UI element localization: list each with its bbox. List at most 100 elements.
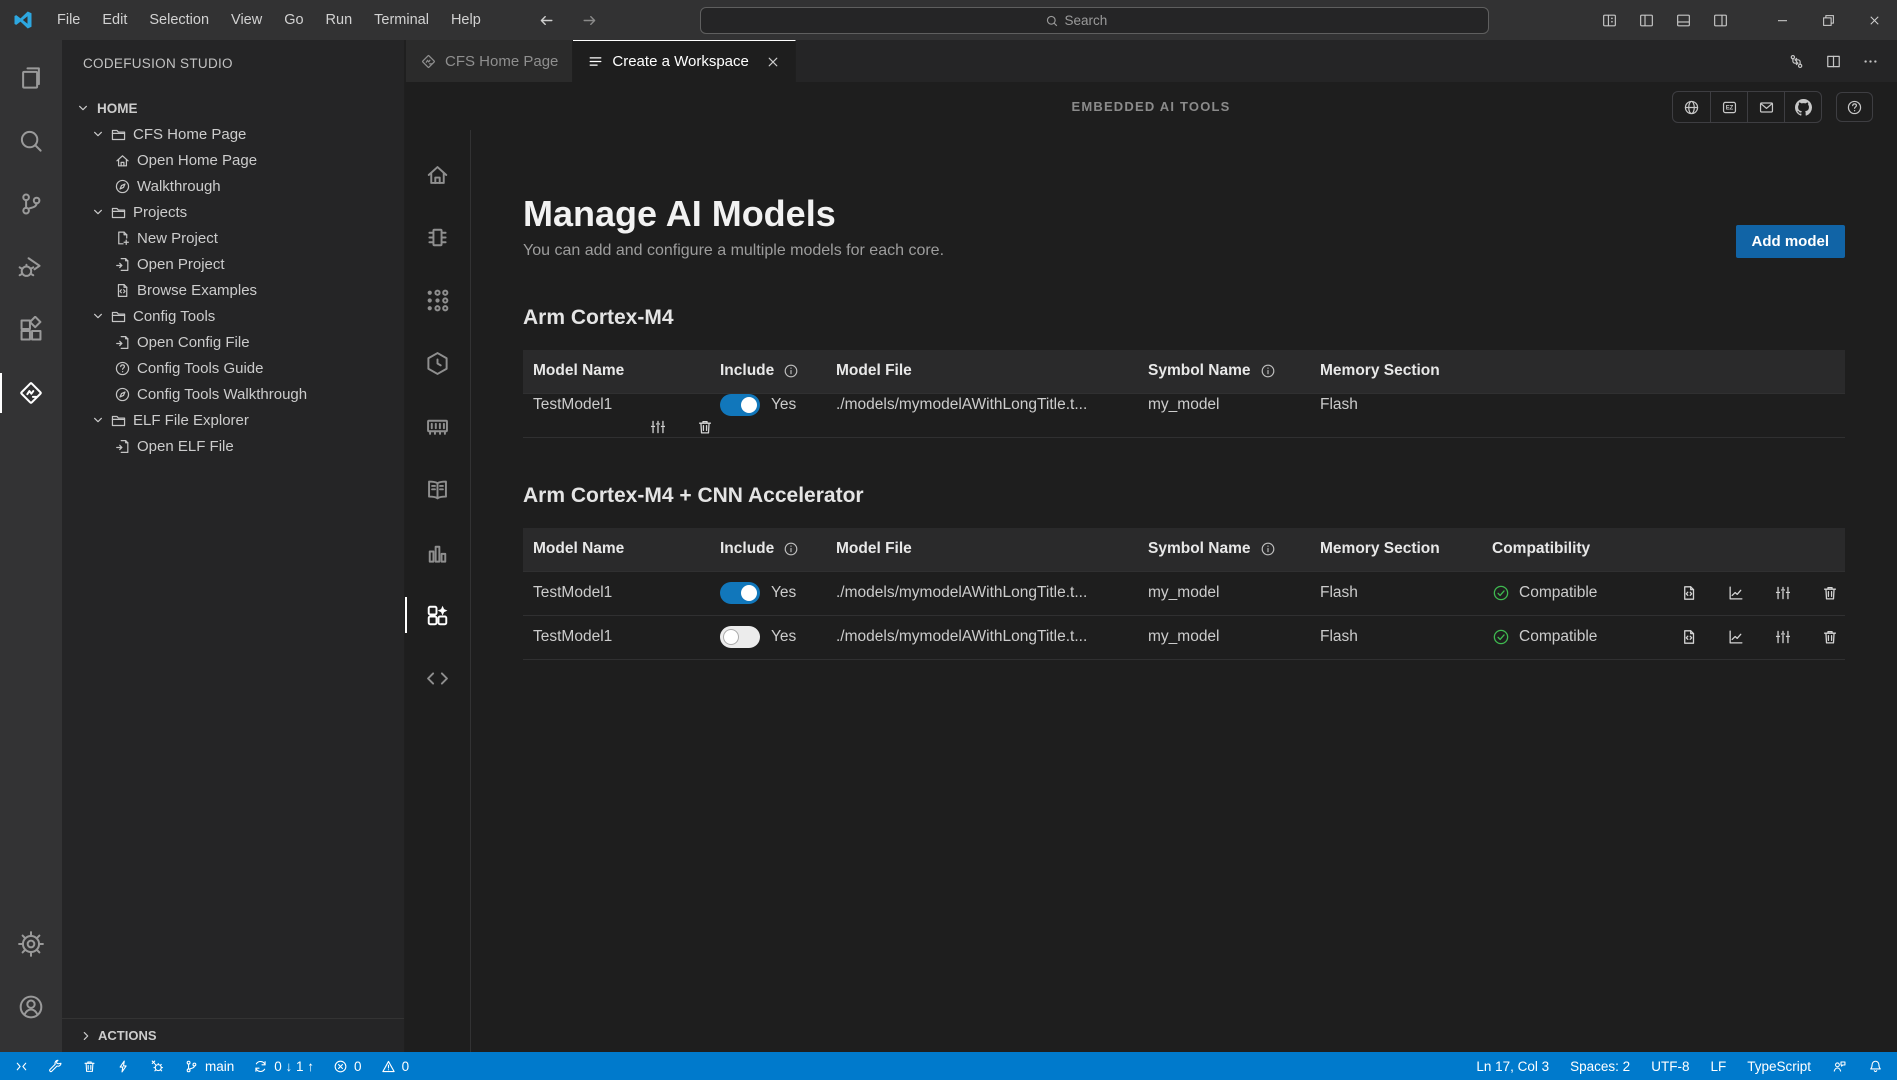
- rail-pin-config[interactable]: [405, 280, 471, 320]
- sliders-icon[interactable]: [1774, 628, 1792, 646]
- rail-ai-models[interactable]: [405, 595, 471, 635]
- info-icon[interactable]: [1260, 541, 1276, 557]
- actions-panel-header[interactable]: ACTIONS: [62, 1018, 404, 1052]
- status-errors[interactable]: 0: [333, 1059, 362, 1074]
- activity-explorer[interactable]: [0, 52, 62, 104]
- toggle-sidebar-left-icon[interactable]: [1638, 12, 1655, 29]
- rail-profiling[interactable]: [405, 532, 471, 572]
- tree-item-walkthrough[interactable]: Walkthrough: [62, 173, 404, 199]
- status-branch[interactable]: main: [184, 1059, 234, 1074]
- tree-item-browse-examples[interactable]: Browse Examples: [62, 277, 404, 303]
- include-toggle[interactable]: [720, 626, 760, 648]
- activity-search[interactable]: [0, 115, 62, 167]
- status-notifications[interactable]: [1868, 1059, 1883, 1074]
- tree-item-elf-file-explorer[interactable]: ELF File Explorer: [62, 407, 404, 433]
- activity-source-control[interactable]: [0, 178, 62, 230]
- command-center-search[interactable]: [700, 7, 1489, 34]
- tree-item-cfs-home-page[interactable]: CFS Home Page: [62, 121, 404, 147]
- split-editor-icon[interactable]: [1825, 53, 1842, 70]
- status-trash[interactable]: [82, 1059, 97, 1074]
- menu-edit[interactable]: Edit: [91, 0, 138, 40]
- forward-arrow-icon[interactable]: [581, 12, 598, 29]
- trash-icon[interactable]: [696, 418, 714, 436]
- info-icon[interactable]: [783, 541, 799, 557]
- ez-feedback-link[interactable]: EZ: [1710, 92, 1747, 122]
- menu-go[interactable]: Go: [273, 0, 314, 40]
- tree-item-config-tools[interactable]: Config Tools: [62, 303, 404, 329]
- file-code-icon[interactable]: [1680, 628, 1698, 646]
- menu-file[interactable]: File: [46, 0, 91, 40]
- tree-item-open-config-file[interactable]: Open Config File: [62, 329, 404, 355]
- help-button[interactable]: [1836, 92, 1873, 122]
- search-input[interactable]: [1065, 13, 1145, 28]
- info-icon[interactable]: [1260, 363, 1276, 379]
- status-sync[interactable]: 0 ↓ 1 ↑: [253, 1059, 314, 1074]
- sliders-icon[interactable]: [649, 418, 667, 436]
- toggle-panel-bottom-icon[interactable]: [1675, 12, 1692, 29]
- trash-icon[interactable]: [1821, 628, 1839, 646]
- tree-item-new-project[interactable]: New Project: [62, 225, 404, 251]
- rail-home[interactable]: [405, 154, 471, 194]
- status-indentation[interactable]: Spaces: 2: [1570, 1059, 1630, 1074]
- activity-run-debug[interactable]: [0, 241, 62, 293]
- rail-generate-code[interactable]: [405, 658, 471, 698]
- sliders-icon[interactable]: [1774, 584, 1792, 602]
- back-arrow-icon[interactable]: [538, 12, 555, 29]
- activity-account[interactable]: [0, 981, 62, 1033]
- status-tools[interactable]: [48, 1059, 63, 1074]
- tree-item-config-tools-walkthrough[interactable]: Config Tools Walkthrough: [62, 381, 404, 407]
- status-encoding[interactable]: UTF-8: [1651, 1059, 1689, 1074]
- open-changes-icon[interactable]: [1788, 53, 1805, 70]
- minimize-button[interactable]: [1759, 0, 1805, 40]
- status-debug-disconnect[interactable]: [150, 1059, 165, 1074]
- more-actions-icon[interactable]: [1862, 53, 1879, 70]
- rail-documentation[interactable]: [405, 469, 471, 509]
- close-window-button[interactable]: [1851, 0, 1897, 40]
- status-eol[interactable]: LF: [1710, 1059, 1726, 1074]
- add-model-button[interactable]: Add model: [1736, 225, 1846, 258]
- status-language[interactable]: TypeScript: [1747, 1059, 1811, 1074]
- activity-settings[interactable]: [0, 918, 62, 970]
- toggle-sidebar-right-icon[interactable]: [1712, 12, 1729, 29]
- restore-button[interactable]: [1805, 0, 1851, 40]
- menu-run[interactable]: Run: [315, 0, 364, 40]
- tree-item-open-project[interactable]: Open Project: [62, 251, 404, 277]
- status-feedback[interactable]: [1832, 1059, 1847, 1074]
- tree-item-open-home-page[interactable]: Open Home Page: [62, 147, 404, 173]
- activity-codefusion-studio[interactable]: [0, 367, 62, 419]
- menu-terminal[interactable]: Terminal: [363, 0, 440, 40]
- rail-memory[interactable]: [405, 406, 471, 446]
- memory-icon: [424, 413, 451, 440]
- rail-soc-config[interactable]: [405, 217, 471, 257]
- tree-item-home[interactable]: HOME: [62, 95, 404, 121]
- chart-line-icon[interactable]: [1727, 628, 1745, 646]
- title-bar: FileEditSelectionViewGoRunTerminalHelp: [0, 0, 1897, 40]
- tab-cfs-home-page[interactable]: CFS Home Page: [405, 40, 573, 82]
- github-link[interactable]: [1784, 92, 1821, 122]
- status-remote[interactable]: [14, 1059, 29, 1074]
- email-link[interactable]: [1747, 92, 1784, 122]
- customize-layout-icon[interactable]: [1601, 12, 1618, 29]
- tree-item-open-elf-file[interactable]: Open ELF File: [62, 433, 404, 459]
- column-header-symbol-name: Symbol Name: [1148, 362, 1320, 380]
- close-icon[interactable]: [765, 54, 781, 70]
- status-warnings[interactable]: 0: [381, 1059, 410, 1074]
- info-icon[interactable]: [783, 363, 799, 379]
- tree-item-config-tools-guide[interactable]: Config Tools Guide: [62, 355, 404, 381]
- rail-clock-config[interactable]: [405, 343, 471, 383]
- chart-line-icon[interactable]: [1727, 584, 1745, 602]
- include-toggle[interactable]: [720, 582, 760, 604]
- tree-item-projects[interactable]: Projects: [62, 199, 404, 225]
- tree-item-label: Browse Examples: [137, 282, 257, 299]
- include-toggle[interactable]: [720, 394, 760, 416]
- website-link[interactable]: [1673, 92, 1710, 122]
- menu-view[interactable]: View: [220, 0, 273, 40]
- status-cursor-position[interactable]: Ln 17, Col 3: [1476, 1059, 1549, 1074]
- status-flash[interactable]: [116, 1059, 131, 1074]
- menu-selection[interactable]: Selection: [138, 0, 220, 40]
- menu-help[interactable]: Help: [440, 0, 492, 40]
- activity-extensions[interactable]: [0, 304, 62, 356]
- trash-icon[interactable]: [1821, 584, 1839, 602]
- file-code-icon[interactable]: [1680, 584, 1698, 602]
- tab-create-a-workspace[interactable]: Create a Workspace: [573, 40, 795, 82]
